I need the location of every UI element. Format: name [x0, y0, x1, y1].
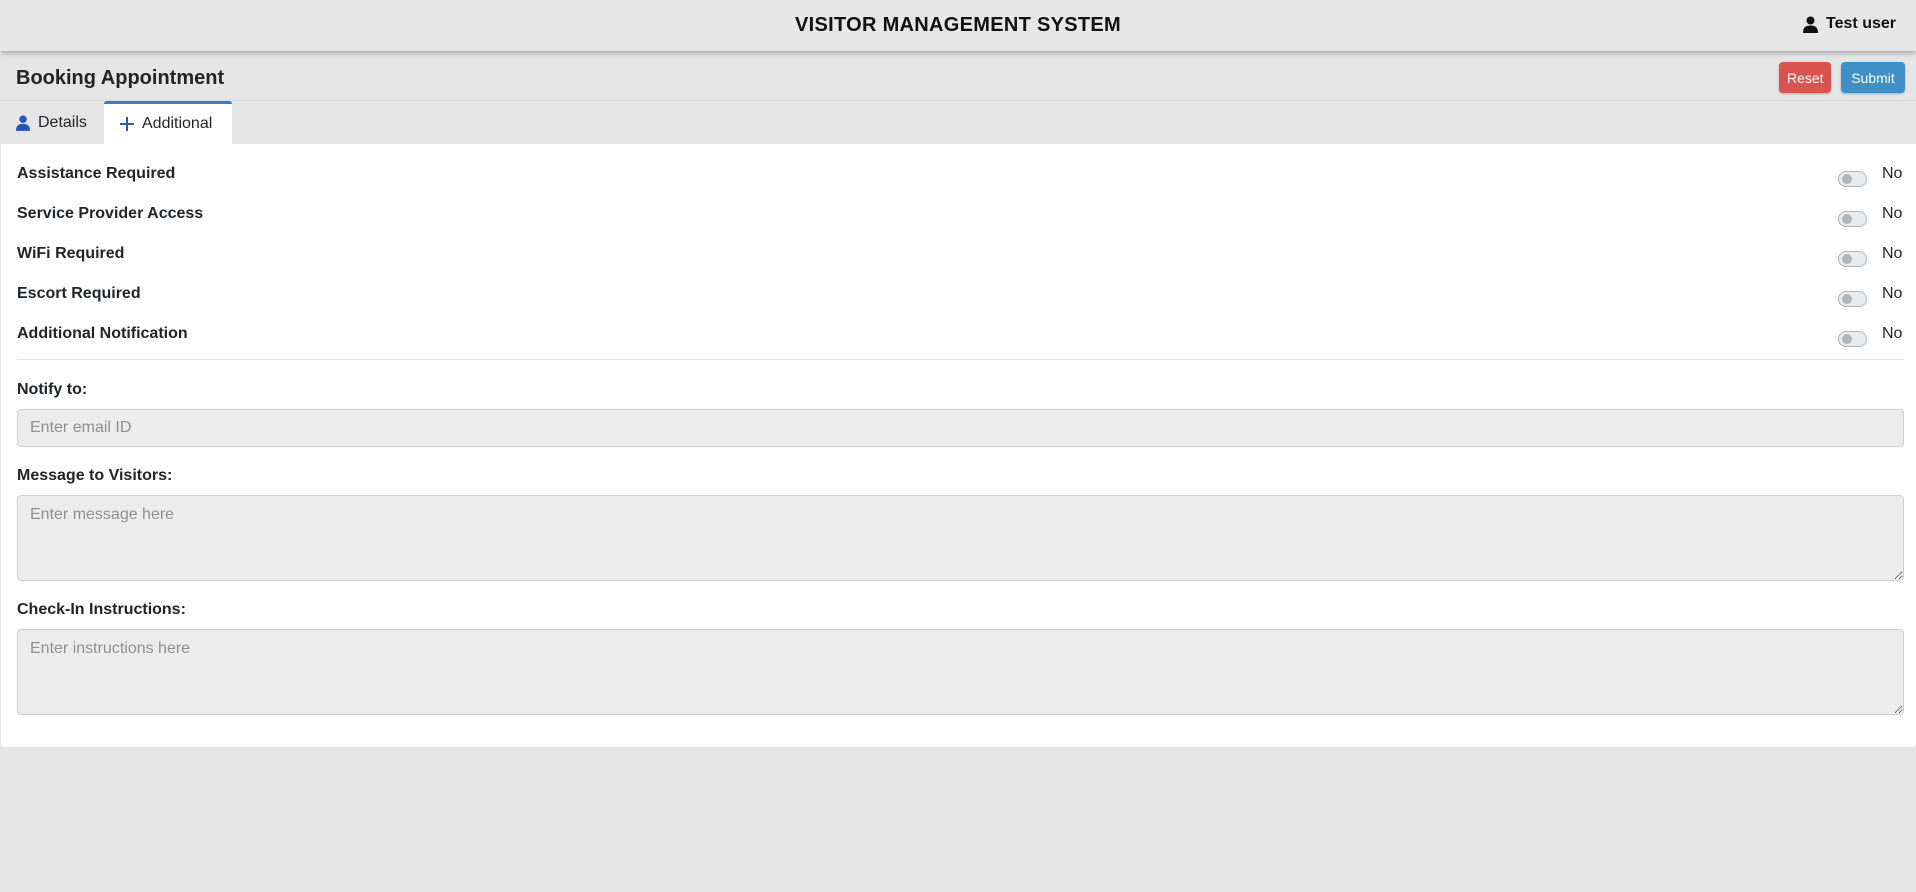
check-in-instructions-label: Check-In Instructions: — [17, 601, 186, 618]
user-name: Test user — [1826, 15, 1896, 32]
wifi-required-switch[interactable] — [1838, 251, 1867, 267]
tab-additional-label: Additional — [142, 115, 213, 132]
user-icon — [1803, 16, 1819, 33]
tab-details[interactable]: Details — [16, 101, 87, 144]
user-menu[interactable]: Test user — [1803, 15, 1896, 33]
toggle-state-text: No — [1882, 325, 1903, 342]
escort-required-switch[interactable] — [1838, 291, 1867, 307]
toggle-label: Assistance Required — [17, 165, 176, 182]
tab-details-label: Details — [38, 113, 87, 131]
toggle-row-escort: Escort Required No — [1, 285, 1916, 325]
top-bar: VISITOR MANAGEMENT SYSTEM Test user — [0, 0, 1916, 51]
user-icon — [16, 115, 30, 131]
toggle-row-assistance: Assistance Required No — [1, 165, 1916, 205]
page-header: Booking Appointment Reset Submit — [0, 51, 1916, 101]
plus-icon — [120, 117, 134, 131]
toggle-label: Escort Required — [17, 285, 141, 302]
divider — [17, 359, 1904, 360]
additional-panel: Assistance Required No Service Provider … — [1, 144, 1916, 747]
toggle-row-wifi: WiFi Required No — [1, 245, 1916, 285]
message-to-visitors-label: Message to Visitors: — [17, 467, 173, 484]
additional-notification-switch[interactable] — [1838, 331, 1867, 347]
toggle-label: Service Provider Access — [17, 205, 204, 222]
tab-bar: Details Additional — [0, 101, 1916, 144]
message-to-visitors-textarea[interactable] — [17, 495, 1904, 581]
notify-email-input[interactable] — [17, 409, 1904, 447]
assistance-required-switch[interactable] — [1838, 171, 1867, 187]
check-in-instructions-textarea[interactable] — [17, 629, 1904, 715]
page-title: Booking Appointment — [16, 67, 225, 89]
toggle-state-text: No — [1882, 285, 1903, 302]
submit-button[interactable]: Submit — [1841, 62, 1905, 93]
service-provider-access-switch[interactable] — [1838, 211, 1867, 227]
app-title: VISITOR MANAGEMENT SYSTEM — [794, 14, 1122, 36]
toggle-row-service-provider: Service Provider Access No — [1, 205, 1916, 245]
toggle-label: Additional Notification — [17, 325, 188, 342]
reset-button[interactable]: Reset — [1779, 62, 1831, 93]
toggle-state-text: No — [1882, 165, 1903, 182]
toggle-state-text: No — [1882, 245, 1903, 262]
toggle-state-text: No — [1882, 205, 1903, 222]
notify-to-label: Notify to: — [17, 381, 88, 398]
toggle-label: WiFi Required — [17, 245, 125, 262]
tab-additional[interactable]: Additional — [104, 101, 232, 144]
